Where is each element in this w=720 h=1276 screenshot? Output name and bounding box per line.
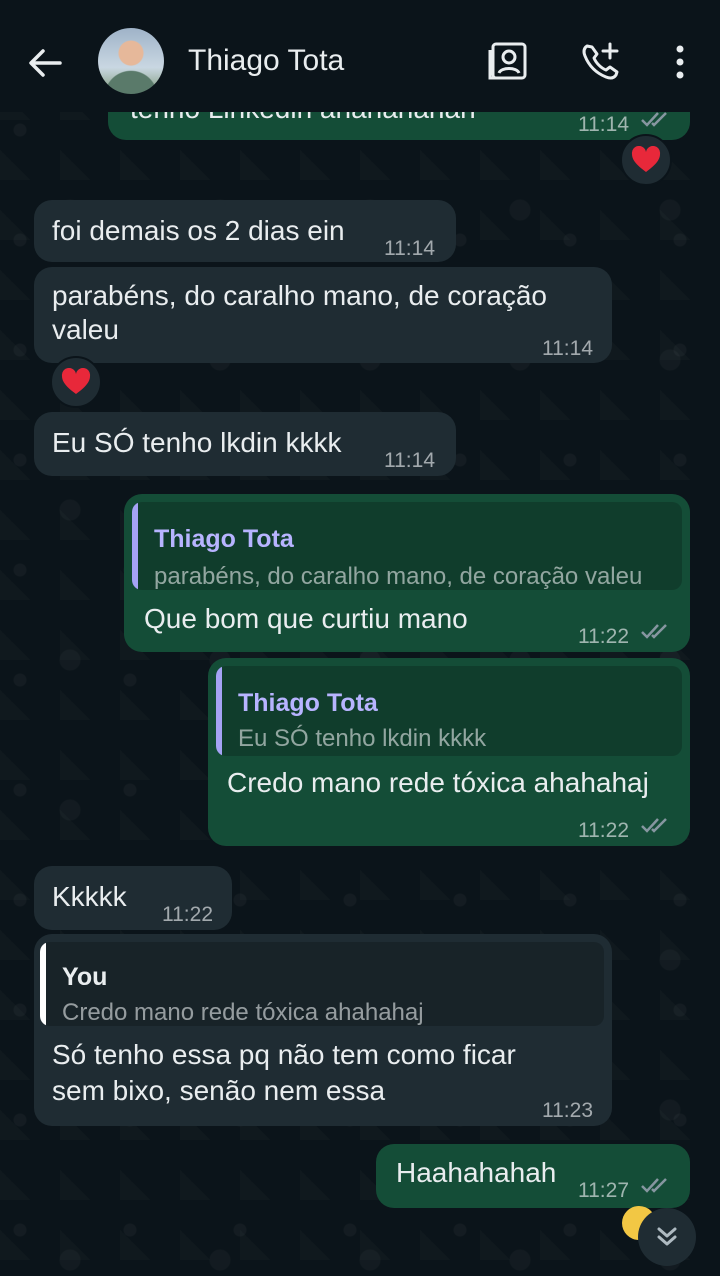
- message-time: 11:14: [384, 449, 435, 472]
- message-text: foi demais os 2 dias ein: [52, 215, 345, 246]
- message-time: 11:14: [578, 113, 629, 136]
- message-time: 11:27: [578, 1179, 629, 1202]
- message-text-line-2: valeu: [52, 314, 119, 345]
- read-ticks-icon: [641, 112, 667, 127]
- message-outgoing-reply[interactable]: Thiago Tota Eu SÓ tenho lkdin kkkk Credo…: [208, 658, 690, 846]
- heart-reaction-icon[interactable]: [50, 356, 102, 408]
- back-arrow-icon[interactable]: [22, 40, 68, 86]
- message-text: Haahahahah: [396, 1157, 557, 1188]
- quote-author: Thiago Tota: [154, 525, 294, 553]
- read-ticks-icon: [641, 818, 667, 833]
- message-time: 11:22: [578, 819, 629, 842]
- message-text: Que bom que curtiu mano: [144, 603, 468, 634]
- quote-author: Thiago Tota: [238, 689, 378, 717]
- message-text: Kkkkk: [52, 881, 127, 912]
- message-time: 11:23: [542, 1099, 593, 1122]
- quoted-message[interactable]: Thiago Tota parabéns, do caralho mano, d…: [132, 502, 682, 590]
- quote-text: Eu SÓ tenho lkdin kkkk: [238, 725, 487, 752]
- more-vertical-icon[interactable]: [660, 40, 700, 84]
- quote-author: You: [62, 963, 108, 991]
- chat-header: Thiago Tota: [0, 0, 720, 112]
- scroll-to-bottom-button[interactable]: [638, 1208, 696, 1266]
- quote-text: parabéns, do caralho mano, de coração va…: [154, 563, 643, 590]
- message-text-line-2: sem bixo, senão nem essa: [52, 1075, 386, 1106]
- message-text: Credo mano rede tóxica ahahahaj: [227, 767, 649, 798]
- message-text-line-1: parabéns, do caralho mano, de coração: [52, 280, 547, 311]
- message-text: Eu SÓ tenho lkdin kkkk: [52, 427, 342, 458]
- message-incoming[interactable]: foi demais os 2 dias ein 11:14: [34, 200, 456, 262]
- message-outgoing[interactable]: Haahahahah 11:27: [376, 1144, 690, 1208]
- heart-reaction-icon[interactable]: [620, 134, 672, 186]
- quote-text: Credo mano rede tóxica ahahahaj: [62, 999, 424, 1026]
- add-call-icon[interactable]: [578, 40, 622, 84]
- message-incoming[interactable]: parabéns, do caralho mano, de coração va…: [34, 267, 612, 363]
- message-incoming[interactable]: Eu SÓ tenho lkdin kkkk 11:14: [34, 412, 456, 476]
- message-time: 11:14: [384, 237, 435, 260]
- message-incoming-reply[interactable]: You Credo mano rede tóxica ahahahaj Só t…: [34, 934, 612, 1126]
- message-text-line-1: Só tenho essa pq não tem como ficar: [52, 1039, 516, 1070]
- quote-accent-bar: [40, 942, 46, 1026]
- message-incoming[interactable]: Kkkkk 11:22: [34, 866, 232, 930]
- quoted-message[interactable]: Thiago Tota Eu SÓ tenho lkdin kkkk: [216, 666, 682, 756]
- contact-card-icon[interactable]: [487, 40, 531, 84]
- message-time: 11:22: [578, 625, 629, 648]
- quoted-message[interactable]: You Credo mano rede tóxica ahahahaj: [40, 942, 604, 1026]
- double-chevron-down-icon: [657, 1227, 677, 1246]
- quote-accent-bar: [132, 502, 138, 590]
- read-ticks-icon: [641, 624, 667, 639]
- message-time: 11:14: [542, 337, 593, 360]
- quote-accent-bar: [216, 666, 222, 756]
- message-outgoing-reply[interactable]: Thiago Tota parabéns, do caralho mano, d…: [124, 494, 690, 652]
- message-time: 11:22: [162, 903, 213, 926]
- contact-name[interactable]: Thiago Tota: [188, 44, 344, 78]
- read-ticks-icon: [641, 1178, 667, 1193]
- contact-avatar[interactable]: [98, 28, 164, 94]
